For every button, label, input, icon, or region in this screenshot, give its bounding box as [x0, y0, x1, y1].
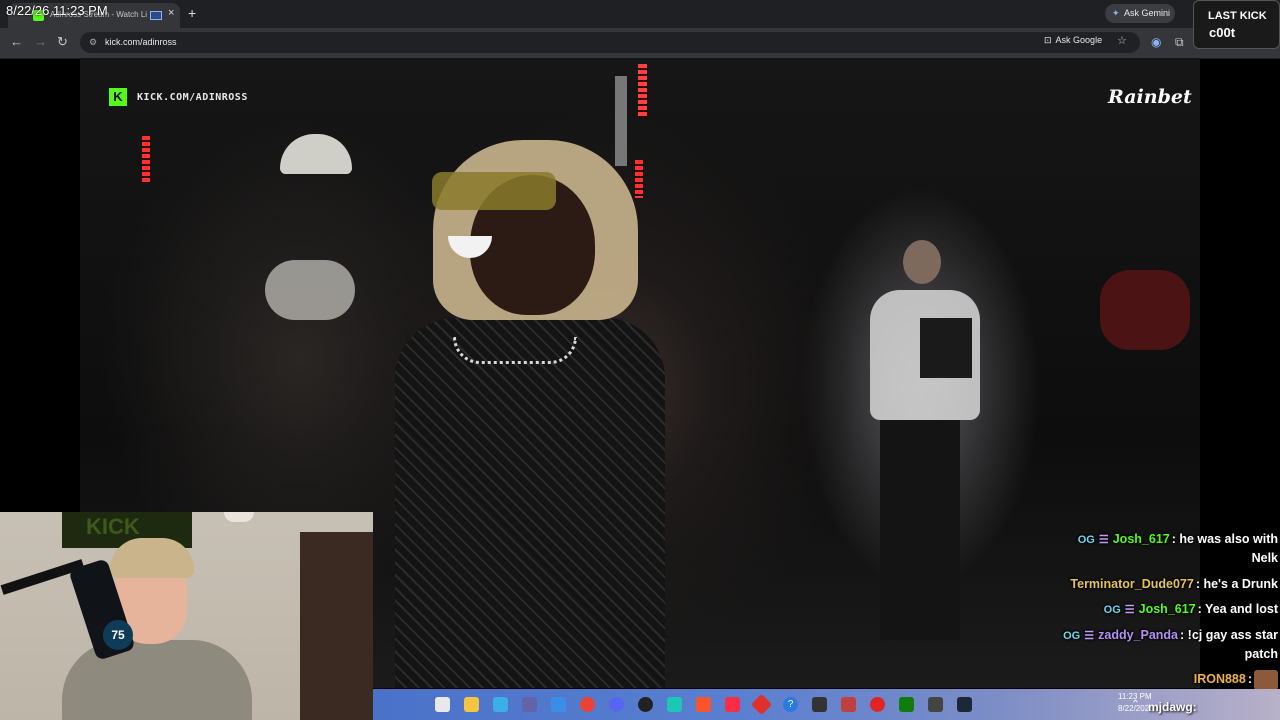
mic-badge: 75 [103, 620, 133, 650]
ask-gemini-label: Ask Gemini [1124, 8, 1171, 18]
chat-username: Josh_617 [1112, 532, 1170, 546]
lens-icon: ⊡ [1044, 35, 1052, 45]
xbox-icon[interactable] [899, 697, 914, 712]
performer-necklace [453, 337, 577, 364]
og-badge-icon: OG [1077, 534, 1095, 546]
ask-google-button[interactable]: ⊡ Ask Google [1044, 35, 1102, 46]
taskbar-time[interactable]: 11:23 PM [1118, 692, 1152, 701]
app-icon[interactable] [667, 697, 682, 712]
background-person-red [1100, 270, 1190, 350]
kick-logo-icon: K [109, 88, 127, 106]
ask-google-label: Ask Google [1055, 35, 1103, 45]
last-kick-overlay: LAST KICK c00t [1193, 0, 1280, 49]
brave-icon[interactable] [696, 697, 711, 712]
led-light-top [638, 64, 647, 118]
chat-message: IRON888: [1193, 672, 1252, 686]
app-icon-5[interactable] [870, 697, 885, 712]
bookmark-star-icon[interactable]: ☆ [1117, 34, 1127, 47]
site-info-icon[interactable]: ⚙ [89, 37, 97, 48]
teams-icon[interactable] [522, 697, 537, 712]
app-icon-2[interactable] [750, 693, 773, 716]
streamer-shirt [62, 640, 252, 720]
og-badge-icon: OG [1063, 630, 1081, 642]
address-bar[interactable]: ⚙ kick.com/adinross ⊡ Ask Google ☆ [80, 32, 1140, 53]
webcam-overlay: KICK 75 [0, 512, 373, 720]
wall-clock [224, 512, 254, 522]
app-icon-4[interactable] [841, 697, 856, 712]
chat-message-continuation: Nelk [1251, 551, 1278, 565]
background-person-legs [880, 420, 960, 640]
chat-message: Terminator_Dude077: he's a Drunk [1070, 577, 1278, 591]
file-explorer-icon[interactable] [464, 697, 479, 712]
chat-text: he's a Drunk [1203, 577, 1278, 591]
chrome-icon[interactable] [580, 697, 595, 712]
chat-username: IRON888 [1193, 672, 1246, 686]
overlay-clock: 8/22/26 11:23 PM [6, 3, 108, 18]
picture-in-picture-icon[interactable] [150, 11, 162, 20]
chat-message-continuation: patch [1244, 647, 1278, 661]
last-kick-name: c00t [1209, 25, 1236, 40]
chat-username: Josh_617 [1138, 602, 1196, 616]
steam-icon[interactable] [957, 697, 972, 712]
extensions-icon[interactable]: ⧉ [1175, 35, 1184, 50]
tab-close-button[interactable]: × [168, 7, 174, 19]
chat-text: Yea and lost [1205, 602, 1278, 616]
sub-badge-icon: ☰ [1124, 604, 1135, 616]
last-kick-label: LAST KICK [1208, 10, 1267, 22]
calculator-icon[interactable] [928, 697, 943, 712]
windows-icon[interactable] [435, 697, 450, 712]
chat-username: zaddy_Panda [1098, 628, 1179, 642]
webcam-banner-text: KICK [86, 514, 140, 539]
music-icon[interactable] [725, 697, 740, 712]
chat-text: he was also with [1179, 532, 1278, 546]
sub-badge-icon: ☰ [1098, 534, 1109, 546]
led-light-middle [635, 160, 643, 198]
forward-icon[interactable]: → [34, 34, 47, 49]
store-icon[interactable] [551, 697, 566, 712]
background-person-head [903, 240, 941, 284]
light-pole [615, 76, 627, 166]
performer-body [395, 318, 665, 688]
copilot-icon[interactable] [493, 697, 508, 712]
kick-watermark-text: KICK.COM/ADINROSS [137, 92, 248, 103]
sub-badge-icon: ☰ [1084, 630, 1095, 642]
black-folder [920, 318, 972, 378]
chat-overlay: OG ☰ Josh_617: he was also with Nelk Termi… [1030, 530, 1280, 690]
og-badge-icon: OG [1103, 604, 1121, 616]
help-icon[interactable]: ? [783, 697, 798, 712]
chat-text: !cj gay ass star [1187, 628, 1278, 642]
discord-icon[interactable] [609, 697, 624, 712]
chat-message: OG ☰ Josh_617: Yea and lost [1103, 602, 1278, 616]
audio-icon[interactable]: ◉ [1151, 35, 1161, 49]
chat-username: Terminator_Dude077 [1070, 577, 1194, 591]
gemini-icon: ✦ [1112, 8, 1120, 18]
webcam-shelf [300, 532, 373, 720]
back-icon[interactable]: ← [10, 34, 23, 49]
rainbet-logo: Rainbet [1108, 86, 1192, 108]
performer-hand-mic [265, 260, 355, 320]
chat-message: OG ☰ zaddy_Panda: !cj gay ass star [1063, 628, 1278, 642]
performer-sunglasses [432, 172, 556, 210]
new-tab-button[interactable]: + [188, 5, 196, 21]
ask-gemini-button[interactable]: ✦ Ask Gemini [1105, 4, 1175, 23]
chat-user-avatar [1254, 670, 1278, 690]
chat-bottom-username: mjdawg: [1148, 700, 1197, 714]
chat-message: OG ☰ Josh_617: he was also with [1077, 532, 1278, 546]
streamer-hair [110, 538, 194, 578]
app-icon-3[interactable] [812, 697, 827, 712]
led-light-left [142, 136, 150, 182]
url-text[interactable]: kick.com/adinross [105, 37, 177, 47]
reload-icon[interactable]: ↻ [57, 34, 68, 50]
obs-icon[interactable] [638, 697, 653, 712]
